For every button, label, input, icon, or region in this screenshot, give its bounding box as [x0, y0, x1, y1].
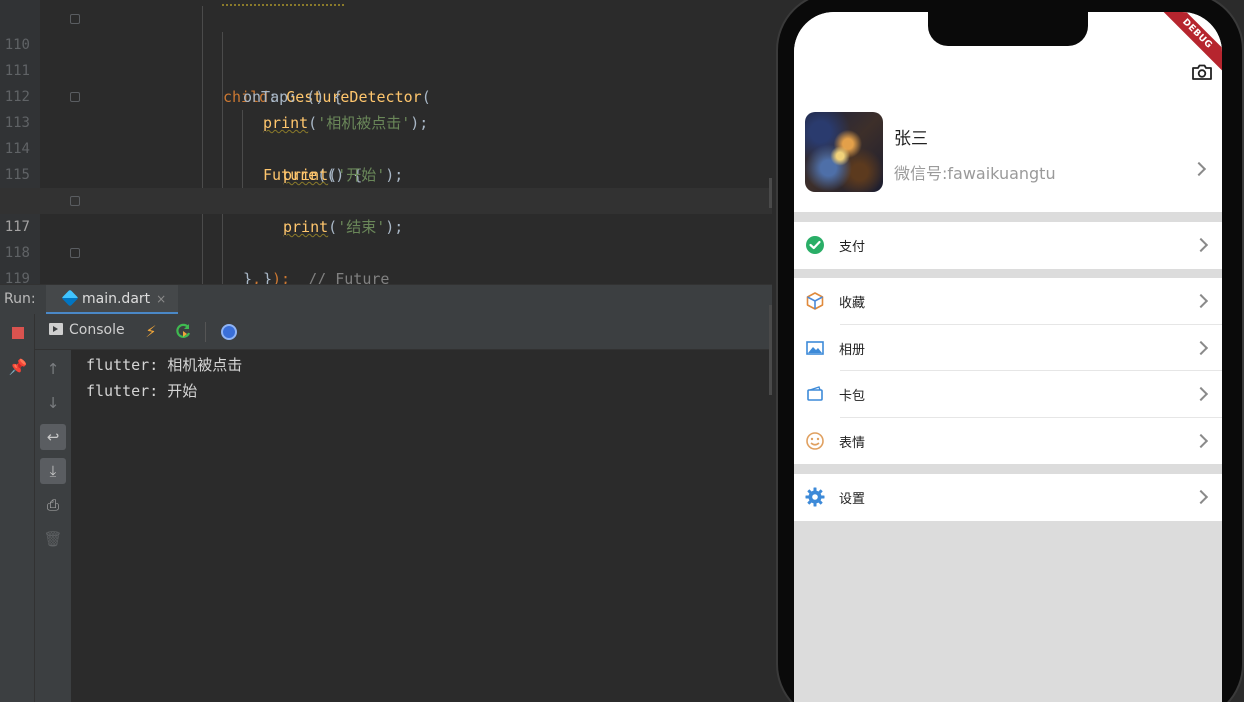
wechat-pay-icon: [806, 236, 824, 254]
arrow-up-icon: ↑: [46, 360, 60, 378]
chevron-right-icon: [1193, 489, 1209, 505]
scroll-to-end-icon: ⤓: [49, 462, 57, 480]
run-label: Run:: [4, 291, 36, 307]
code-line[interactable]: 111 onTap: () {: [0, 32, 772, 106]
console-tab[interactable]: Console: [49, 322, 125, 338]
phone-screen: DEBUG 张三 微信号:fawaikuangtu 支付 收藏 相册 卡包 表情…: [794, 12, 1222, 702]
scroll-to-end-button[interactable]: ⤓: [40, 458, 66, 484]
menu-item-label: 相册: [839, 342, 866, 358]
console-output[interactable]: flutter: 相机被点击 flutter: 开始: [71, 350, 772, 702]
chevron-right-icon: [1193, 293, 1209, 309]
restart-icon: [176, 323, 191, 338]
toolbar-divider: [205, 322, 206, 342]
card-wallet-icon: [807, 386, 823, 401]
menu-group-pay: 支付: [794, 222, 1222, 269]
console-icon: [49, 323, 63, 335]
user-name: 张三: [894, 129, 928, 149]
run-side-toolbar: 📌: [0, 314, 35, 702]
phone-notch: [928, 12, 1088, 46]
menu-item-album[interactable]: 相册: [794, 325, 1222, 371]
smiley-icon: [806, 431, 824, 450]
fold-marker-icon[interactable]: [70, 92, 80, 102]
menu-item-stickers[interactable]: 表情: [794, 418, 1222, 465]
menu-item-label: 收藏: [839, 296, 866, 311]
code-line[interactable]: 110 child: GestureDetector(: [0, 6, 772, 106]
trash-icon: 🗑: [43, 530, 63, 548]
devtools-icon: [221, 324, 237, 340]
code-line[interactable]: 119 child: const Image(image: AssetImage…: [0, 240, 772, 284]
code-line[interactable]: 116 print('结束');: [0, 162, 772, 236]
avatar[interactable]: [805, 112, 883, 192]
chevron-right-icon: [1193, 340, 1209, 355]
console-line: flutter: 相机被点击: [86, 356, 243, 374]
menu-group-settings: 设置: [794, 474, 1222, 521]
menu-group-main: 收藏 相册 卡包 表情: [794, 278, 1222, 464]
dart-file-icon: [61, 289, 79, 307]
scroll-down-button[interactable]: ↓: [40, 390, 66, 416]
fold-marker-icon[interactable]: [70, 14, 80, 24]
run-tab-label: main.dart: [82, 291, 151, 307]
menu-item-favorites[interactable]: 收藏: [794, 278, 1222, 325]
hot-reload-button[interactable]: ⚡: [141, 322, 161, 342]
menu-item-label: 表情: [839, 435, 866, 451]
code-line[interactable]: 113 Future(() {: [0, 84, 772, 184]
scroll-up-button[interactable]: ↑: [40, 356, 66, 382]
print-button[interactable]: ⎙: [40, 492, 66, 518]
lightning-icon: ⚡: [145, 322, 157, 341]
menu-item-pay[interactable]: 支付: [794, 222, 1222, 269]
code-line[interactable]: 118 },: [0, 214, 772, 284]
run-toolbar: Console ⚡: [35, 314, 772, 350]
printer-icon: ⎙: [46, 496, 59, 514]
code-line[interactable]: 114 print('开始');: [0, 110, 772, 184]
gear-icon: [805, 487, 825, 507]
menu-item-label: 设置: [839, 492, 866, 507]
arrow-down-icon: ↓: [46, 394, 60, 412]
camera-icon[interactable]: [1192, 64, 1212, 80]
wechat-id: 微信号:fawaikuangtu: [894, 164, 1056, 183]
stop-icon: [12, 327, 24, 339]
stop-button[interactable]: [5, 320, 31, 346]
code-line-current[interactable]: 117 }); // Future: [0, 188, 772, 284]
code-line[interactable]: 115 for (int i = 0; i < 10000000000; i++…: [0, 136, 772, 210]
chevron-right-icon: [1193, 237, 1209, 253]
console-tab-label: Console: [69, 322, 125, 338]
hot-restart-button[interactable]: [173, 322, 193, 342]
code-line[interactable]: 120 ), // Image: [0, 266, 772, 284]
chevron-right-icon: [1193, 386, 1209, 402]
soft-wrap-icon: ↩: [46, 428, 60, 446]
menu-item-card-wallet[interactable]: 卡包: [794, 371, 1222, 418]
menu-item-label: 卡包: [839, 389, 866, 404]
menu-item-settings[interactable]: 设置: [794, 474, 1222, 521]
chevron-right-icon: [1193, 433, 1209, 448]
menu-item-label: 支付: [839, 240, 866, 255]
dart-devtools-button[interactable]: [219, 322, 239, 342]
pin-button[interactable]: 📌: [5, 354, 31, 380]
cube-icon: [806, 292, 824, 310]
code-editor[interactable]: 110 child: GestureDetector( 111 onTap: (…: [0, 0, 772, 284]
close-tab-icon[interactable]: ×: [156, 292, 166, 306]
soft-wrap-button[interactable]: ↩: [40, 424, 66, 450]
clear-all-button[interactable]: 🗑: [40, 526, 66, 552]
code-line[interactable]: 112 print('相机被点击');: [0, 58, 772, 132]
fold-marker-icon[interactable]: [70, 196, 80, 206]
console-line: flutter: 开始: [86, 382, 198, 400]
run-tool-window-header: Run: main.dart ×: [0, 284, 772, 315]
console-side-toolbar: ↑ ↓ ↩ ⤓ ⎙ 🗑: [35, 350, 71, 702]
fold-marker-icon[interactable]: [70, 248, 80, 258]
chevron-right-icon[interactable]: [1191, 161, 1207, 177]
pin-icon: 📌: [8, 358, 28, 376]
run-tab-main-dart[interactable]: main.dart ×: [46, 285, 179, 315]
photo-icon: [806, 340, 824, 355]
